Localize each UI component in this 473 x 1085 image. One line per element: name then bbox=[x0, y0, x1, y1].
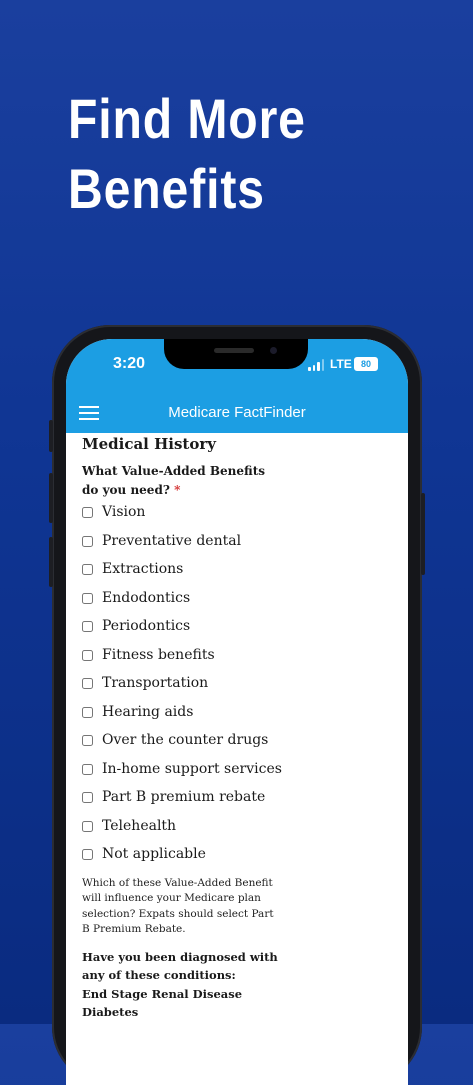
benefit-checkbox-periodontics[interactable] bbox=[82, 621, 93, 632]
benefit-label[interactable]: Vision bbox=[102, 503, 145, 521]
benefit-option[interactable]: Hearing aids bbox=[82, 703, 392, 732]
benefit-label[interactable]: Not applicable bbox=[102, 845, 206, 863]
benefit-label[interactable]: Transportation bbox=[102, 674, 208, 692]
benefit-checkbox-transportation[interactable] bbox=[82, 678, 93, 689]
benefit-label[interactable]: Over the counter drugs bbox=[102, 731, 268, 749]
benefits-question: What Value-Added Benefits do you need? * bbox=[82, 462, 282, 500]
status-time: 3:20 bbox=[113, 355, 146, 372]
benefit-label[interactable]: Extractions bbox=[102, 560, 183, 578]
benefit-checkbox-in-home-support[interactable] bbox=[82, 763, 93, 775]
headline-line-1: Find More bbox=[68, 87, 306, 150]
promo-headline: Find More Benefits bbox=[68, 84, 306, 224]
benefit-option[interactable]: Vision bbox=[82, 503, 392, 532]
signal-icon bbox=[308, 359, 324, 371]
benefit-option[interactable]: Fitness benefits bbox=[82, 646, 392, 675]
benefit-checkbox-endodontics[interactable] bbox=[82, 592, 93, 604]
benefit-checkbox-part-b-rebate[interactable] bbox=[82, 792, 93, 803]
benefit-checkbox-extractions[interactable] bbox=[82, 564, 93, 575]
benefit-label[interactable]: Fitness benefits bbox=[102, 646, 215, 664]
benefit-option[interactable]: Endodontics bbox=[82, 589, 392, 618]
app-title: Medicare FactFinder bbox=[168, 404, 306, 421]
benefit-label[interactable]: Part B premium rebate bbox=[102, 788, 265, 806]
benefit-label[interactable]: Hearing aids bbox=[102, 703, 193, 721]
benefit-checkbox-fitness[interactable] bbox=[82, 649, 93, 661]
benefit-option[interactable]: Part B premium rebate bbox=[82, 788, 392, 817]
benefit-label[interactable]: Endodontics bbox=[102, 589, 190, 607]
benefit-checkbox-preventative-dental[interactable] bbox=[82, 535, 93, 547]
benefits-help-text: Which of these Value-Added Benefit will … bbox=[82, 876, 274, 936]
benefit-checkbox-vision[interactable] bbox=[82, 507, 93, 518]
benefits-options: Vision Preventative dental Extractions E… bbox=[82, 503, 392, 874]
camera-icon bbox=[270, 347, 277, 354]
benefit-checkbox-not-applicable[interactable] bbox=[82, 849, 93, 860]
benefit-checkbox-hearing-aids[interactable] bbox=[82, 706, 93, 718]
form-content: Medical History What Value-Added Benefit… bbox=[82, 433, 392, 1022]
benefit-label[interactable]: Periodontics bbox=[102, 617, 190, 635]
benefit-checkbox-telehealth[interactable] bbox=[82, 820, 93, 832]
condition-item-diabetes: Diabetes bbox=[82, 1005, 139, 1019]
network-type: LTE bbox=[330, 357, 352, 371]
phone-notch bbox=[164, 339, 308, 369]
benefit-option[interactable]: Periodontics bbox=[82, 617, 392, 646]
benefit-option[interactable]: In-home support services bbox=[82, 760, 392, 789]
benefit-option[interactable]: Extractions bbox=[82, 560, 392, 589]
phone-volume-down bbox=[49, 537, 53, 587]
section-title: Medical History bbox=[82, 435, 216, 453]
phone-screen: 3:20 LTE 80 Medicare FactFinder Medical … bbox=[66, 339, 408, 1085]
status-bar: 3:20 LTE 80 bbox=[66, 339, 408, 393]
headline-line-2: Benefits bbox=[68, 157, 265, 220]
benefit-option[interactable]: Telehealth bbox=[82, 817, 392, 846]
benefit-label[interactable]: Preventative dental bbox=[102, 532, 241, 550]
benefit-option[interactable]: Preventative dental bbox=[82, 532, 392, 561]
required-marker: * bbox=[174, 483, 181, 497]
phone-mockup: 3:20 LTE 80 Medicare FactFinder Medical … bbox=[49, 325, 425, 1085]
phone-volume-up bbox=[49, 473, 53, 523]
benefit-option[interactable]: Transportation bbox=[82, 674, 392, 703]
benefit-checkbox-otc-drugs[interactable] bbox=[82, 735, 93, 746]
conditions-question: Have you been diagnosed with any of thes… bbox=[82, 949, 278, 983]
battery-icon: 80 bbox=[354, 357, 378, 371]
speaker-grille bbox=[214, 348, 254, 353]
benefit-option[interactable]: Over the counter drugs bbox=[82, 731, 392, 760]
phone-power-button bbox=[421, 493, 425, 575]
benefit-label[interactable]: In-home support services bbox=[102, 760, 282, 778]
app-bar: Medicare FactFinder bbox=[66, 393, 408, 433]
benefit-label[interactable]: Telehealth bbox=[102, 817, 176, 835]
benefit-option[interactable]: Not applicable bbox=[82, 845, 392, 874]
phone-mute-switch bbox=[49, 420, 53, 452]
condition-item-esrd: End Stage Renal Disease bbox=[82, 986, 243, 1001]
